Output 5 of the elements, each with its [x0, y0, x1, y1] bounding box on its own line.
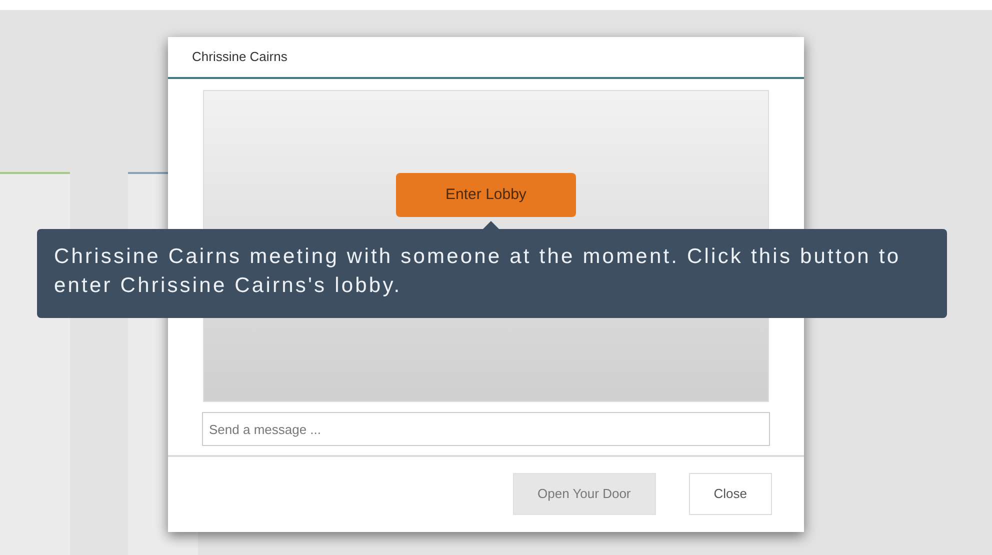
close-button[interactable]: Close	[688, 473, 772, 515]
tooltip-text: Chrissine Cairns meeting with someone at the moment. Click this button to enter Chrissine Cairns's lobby.	[54, 244, 902, 299]
enter-lobby-button[interactable]: Enter Lobby	[396, 173, 576, 217]
message-field[interactable]: Send a message ...	[202, 412, 770, 446]
dialog-title: Chrissine Cairns	[192, 48, 288, 66]
